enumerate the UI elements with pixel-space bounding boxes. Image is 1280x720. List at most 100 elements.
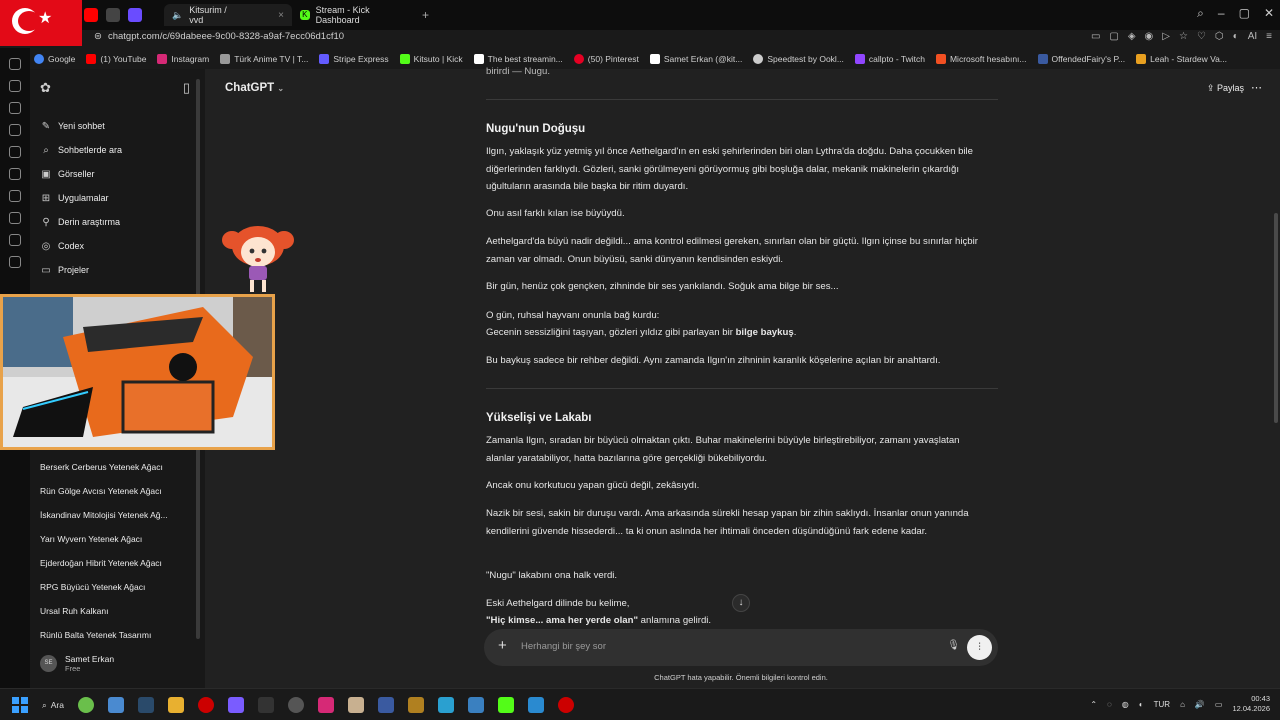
bookmark-streaming[interactable]: The best streamin...: [473, 53, 563, 64]
file-explorer-icon[interactable]: [168, 697, 184, 713]
app-icon[interactable]: [378, 697, 394, 713]
shield-icon[interactable]: ◈: [1128, 31, 1136, 42]
sidebar-app-icon[interactable]: [9, 212, 21, 224]
instagram-icon[interactable]: [318, 697, 334, 713]
chat-history-item[interactable]: Berserk Cerberus Yetenek Ağacı: [40, 455, 168, 479]
sidebar-app-icon[interactable]: [9, 256, 21, 268]
windows-start-icon[interactable]: [12, 697, 28, 713]
bookmark-twitch[interactable]: callpto - Twitch: [854, 53, 925, 64]
tab-kick-dashboard[interactable]: K Stream - Kick Dashboard: [292, 4, 420, 26]
tab-kitsurim[interactable]: 🔈 Kitsurim / vvd ×: [164, 4, 292, 26]
sidebar-item-apps[interactable]: ⊞ Uygulamalar: [40, 186, 122, 210]
sidebar-item-images[interactable]: ▣ Görseller: [40, 162, 122, 186]
xbox-icon[interactable]: [78, 697, 94, 713]
chat-history-item[interactable]: İskandinav Mitolojisi Yetenek Ağ...: [40, 503, 168, 527]
site-info-icon[interactable]: ⊜: [94, 31, 102, 42]
opera-gx-icon[interactable]: [198, 697, 214, 713]
camera-icon[interactable]: ◉: [1145, 31, 1154, 42]
sidebar-app-icon[interactable]: [9, 190, 21, 202]
app-icon[interactable]: [228, 697, 244, 713]
close-tab-icon[interactable]: ×: [278, 10, 284, 21]
minimize-icon[interactable]: –: [1218, 6, 1225, 21]
app-icon[interactable]: [438, 697, 454, 713]
bookmark-kick[interactable]: Kitsuto | Kick: [399, 53, 463, 64]
app-icon[interactable]: [348, 697, 364, 713]
chat-history-item[interactable]: Ejderdoğan Hibrit Yetenek Ağacı: [40, 551, 168, 575]
openai-logo-icon[interactable]: ✿: [40, 80, 51, 96]
bookmark-tiktok[interactable]: Samet Erkan (@kit...: [649, 53, 742, 64]
bookmark-leah[interactable]: Leah - Stardew Va...: [1136, 53, 1227, 64]
bookmark-pinterest[interactable]: (50) Pinterest: [573, 53, 639, 64]
kick-icon[interactable]: [498, 697, 514, 713]
steam-icon[interactable]: [138, 697, 154, 713]
bookmark-stripe[interactable]: Stripe Express: [319, 53, 389, 64]
extensions-icon[interactable]: ⬡: [1215, 31, 1224, 42]
sidebar-app-icon[interactable]: [9, 124, 21, 136]
bookmark-google[interactable]: Google: [34, 53, 75, 64]
pinned-tab-icon[interactable]: [106, 8, 120, 22]
bookmark-icon[interactable]: ☆: [1179, 31, 1188, 42]
sidebar-item-deep-research[interactable]: ⚲ Derin araştırma: [40, 210, 122, 234]
more-options-icon[interactable]: ⋯: [1251, 81, 1262, 94]
sidebar-item-projects[interactable]: ▭ Projeler: [40, 258, 122, 282]
language-indicator[interactable]: TUR: [1154, 700, 1170, 709]
heart-icon[interactable]: ♡: [1197, 31, 1206, 42]
cast-icon[interactable]: ▭: [1091, 31, 1100, 42]
add-attachment-icon[interactable]: +: [498, 638, 507, 653]
page-scrollbar[interactable]: [1274, 213, 1278, 423]
prompt-input[interactable]: Herhangi bir şey sor: [521, 641, 606, 652]
sidebar-item-search[interactable]: ⌕ Sohbetlerde ara: [40, 138, 122, 162]
sidebar-app-icon[interactable]: [9, 102, 21, 114]
app-icon[interactable]: [528, 697, 544, 713]
chat-history-item[interactable]: Rünlü Balta Yetenek Tasarımı: [40, 623, 168, 647]
screenshot-icon[interactable]: ▢: [1109, 31, 1118, 42]
play-icon[interactable]: ▷: [1162, 31, 1170, 42]
network-icon[interactable]: ⌂: [1180, 700, 1185, 709]
tray-app-icon[interactable]: ◌: [1107, 700, 1112, 709]
menu-icon[interactable]: ≡: [1266, 31, 1272, 42]
bookmark-turk-anime[interactable]: Türk Anime TV | T...: [220, 53, 308, 64]
voice-mode-button[interactable]: ⫶: [967, 635, 992, 660]
bookmark-speedtest[interactable]: Speedtest by Ookl...: [753, 53, 844, 64]
user-profile[interactable]: SE Samet Erkan Free: [40, 654, 114, 673]
chevron-up-icon[interactable]: ⌃: [1090, 700, 1097, 709]
taskbar-search[interactable]: ⌕ Ara: [42, 700, 64, 711]
chat-history-item[interactable]: Yarı Wyvern Yetenek Ağacı: [40, 527, 168, 551]
chat-history-item[interactable]: Rün Gölge Avcısı Yetenek Ağacı: [40, 479, 168, 503]
task-view-icon[interactable]: [108, 697, 124, 713]
bookmark-youtube[interactable]: (1) YouTube: [86, 53, 146, 64]
sidebar-app-icon[interactable]: [9, 58, 21, 70]
search-tabs-icon[interactable]: ⌕: [1197, 6, 1204, 21]
sidebar-app-icon[interactable]: [9, 80, 21, 92]
microphone-icon[interactable]: 🎙: [947, 640, 960, 651]
youtube-tab-icon[interactable]: [84, 8, 98, 22]
close-window-icon[interactable]: ✕: [1264, 6, 1274, 21]
bookmark-instagram[interactable]: Instagram: [157, 53, 209, 64]
share-button[interactable]: ⇪ Paylaş: [1207, 83, 1244, 94]
app-icon[interactable]: [288, 697, 304, 713]
app-icon[interactable]: [468, 697, 484, 713]
tray-app-icon[interactable]: ◍: [1122, 700, 1129, 709]
sidebar-item-codex[interactable]: ◎ Codex: [40, 234, 122, 258]
scroll-down-button[interactable]: ↓: [732, 594, 750, 612]
ai-icon[interactable]: AI: [1248, 31, 1257, 42]
chat-history-item[interactable]: Ursal Ruh Kalkanı: [40, 599, 168, 623]
sidebar-app-icon[interactable]: [9, 234, 21, 246]
app-icon[interactable]: [258, 697, 274, 713]
app-icon[interactable]: [558, 697, 574, 713]
model-selector[interactable]: ChatGPT ⌄: [225, 82, 284, 94]
volume-icon[interactable]: 🔊: [1195, 700, 1205, 709]
chat-history-item[interactable]: RPG Büyücü Yetenek Ağacı: [40, 575, 168, 599]
tray-app-icon[interactable]: ◐: [1139, 700, 1144, 709]
toggle-sidebar-icon[interactable]: ▯: [183, 80, 190, 96]
bookmark-microsoft[interactable]: Microsoft hesabını...: [935, 53, 1027, 64]
app-icon[interactable]: [408, 697, 424, 713]
pinned-tab-icon[interactable]: [128, 8, 142, 22]
url-field[interactable]: ⊜ chatgpt.com/c/69dabeee-9c00-8328-a9af-…: [94, 31, 344, 42]
clock[interactable]: 00:43 12.04.2026: [1232, 694, 1270, 714]
sidebar-app-icon[interactable]: [9, 146, 21, 158]
new-tab-button[interactable]: +: [422, 8, 429, 22]
bookmark-offendedfairy[interactable]: OffendedFairy's P...: [1037, 53, 1125, 64]
sidebar-app-icon[interactable]: [9, 168, 21, 180]
profile-icon[interactable]: ◐: [1233, 31, 1239, 42]
